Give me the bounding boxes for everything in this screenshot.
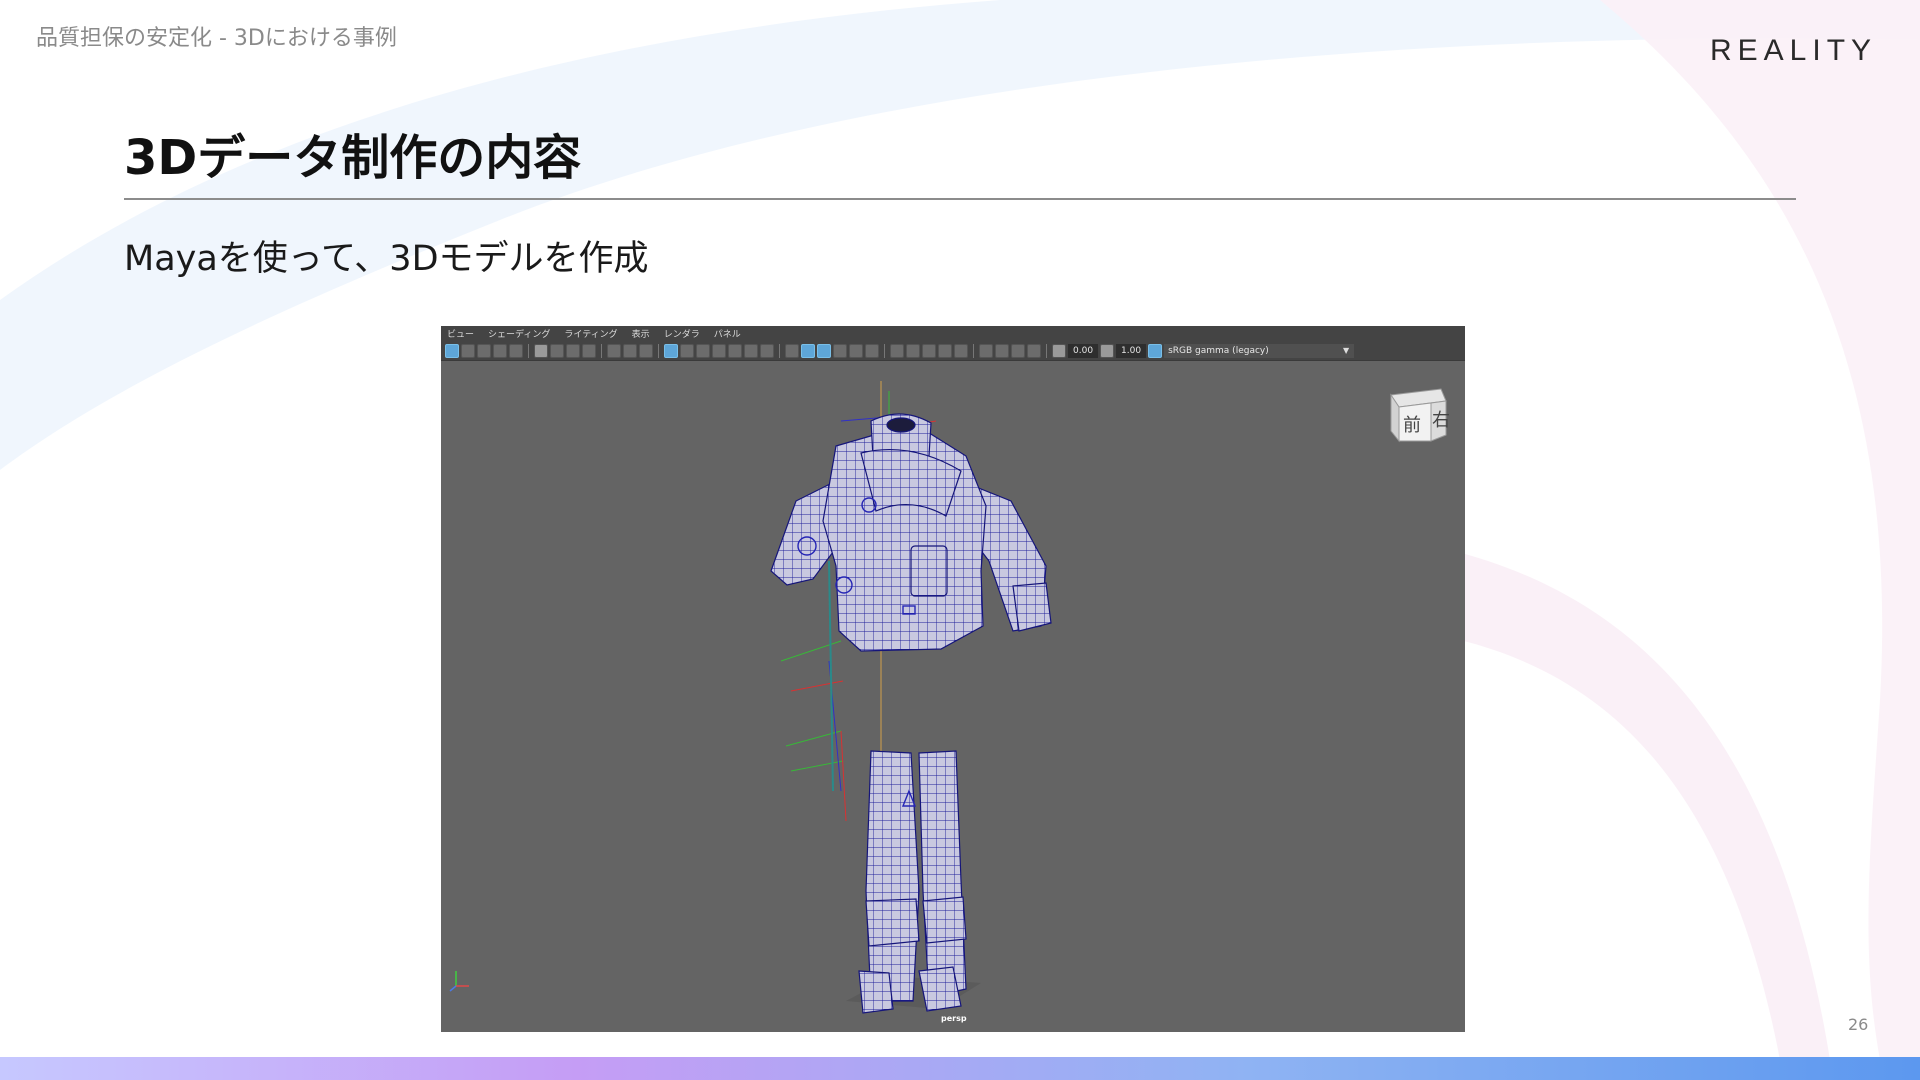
maya-viewport[interactable]: 前 右	[441, 361, 1465, 1032]
maya-panel-menubar: ビュー シェーディング ライティング 表示 レンダラ パネル	[441, 326, 1465, 341]
menu-shading[interactable]: シェーディング	[488, 327, 550, 340]
toolbar-icon[interactable]	[1011, 343, 1025, 358]
grid-icon[interactable]	[664, 343, 678, 358]
menu-show[interactable]: 表示	[632, 327, 650, 340]
toolbar-icon[interactable]	[607, 343, 621, 358]
toolbar-icon[interactable]	[696, 343, 710, 358]
toolbar-icon[interactable]	[785, 343, 799, 358]
bookmark-icon[interactable]	[582, 343, 596, 358]
light-icon[interactable]	[849, 343, 863, 358]
gamma-field[interactable]: 1.00	[1116, 343, 1147, 358]
toolbar-icon[interactable]	[550, 343, 564, 358]
toolbar-icon[interactable]	[493, 343, 507, 358]
toolbar-icon[interactable]	[728, 343, 742, 358]
toolbar-separator	[779, 343, 780, 358]
gamma-icon[interactable]	[1100, 343, 1115, 358]
toolbar-separator	[601, 343, 602, 358]
color-space-icon[interactable]	[1148, 343, 1163, 358]
slide-subtitle: Mayaを使って、3Dモデルを作成	[124, 239, 649, 279]
toolbar-separator	[884, 343, 885, 358]
camera-icon[interactable]	[534, 343, 548, 358]
smooth-shade-icon[interactable]	[817, 343, 831, 358]
toolbar-icon[interactable]	[623, 343, 637, 358]
toolbar-icon[interactable]	[954, 343, 968, 358]
axis-gizmo-icon	[449, 971, 469, 992]
toolbar-icon[interactable]	[890, 343, 904, 358]
toolbar-icon[interactable]	[760, 343, 774, 358]
color-space-label: sRGB gamma (legacy)	[1168, 345, 1269, 356]
xray-icon[interactable]	[995, 343, 1009, 358]
character-model	[770, 413, 1052, 1014]
color-space-dropdown[interactable]: sRGB gamma (legacy) ▼	[1164, 343, 1355, 358]
exposure-field[interactable]: 0.00	[1068, 343, 1099, 358]
maya-screenshot: ビュー シェーディング ライティング 表示 レンダラ パネル 0.00 1.00…	[441, 326, 1465, 1032]
menu-renderer[interactable]: レンダラ	[664, 327, 700, 340]
toolbar-icon[interactable]	[865, 343, 879, 358]
exposure-icon[interactable]	[1052, 343, 1066, 358]
camera-name-label: persp	[941, 1014, 967, 1023]
page-number: 26	[1848, 1015, 1869, 1034]
breadcrumb: 品質担保の安定化 - 3Dにおける事例	[36, 26, 397, 51]
toolbar-icon[interactable]	[566, 343, 580, 358]
menu-lighting[interactable]: ライティング	[564, 327, 617, 340]
toolbar-icon[interactable]	[680, 343, 694, 358]
viewcube-right-label: 右	[1432, 410, 1450, 431]
lasso-icon[interactable]	[461, 343, 475, 358]
wireframe-icon[interactable]	[801, 343, 815, 358]
toolbar-icon[interactable]	[922, 343, 936, 358]
toolbar-icon[interactable]	[1027, 343, 1041, 358]
select-icon[interactable]	[445, 343, 459, 358]
toolbar-separator	[528, 343, 529, 358]
toolbar-icon[interactable]	[744, 343, 758, 358]
maya-panel-toolbar: 0.00 1.00 sRGB gamma (legacy) ▼	[441, 341, 1465, 361]
title-divider	[124, 198, 1796, 200]
toolbar-icon[interactable]	[639, 343, 653, 358]
menu-view[interactable]: ビュー	[447, 327, 474, 340]
toolbar-separator	[1046, 343, 1047, 358]
toolbar-icon[interactable]	[477, 343, 491, 358]
toolbar-separator	[973, 343, 974, 358]
toolbar-separator	[658, 343, 659, 358]
accent-gradient-bar	[0, 1057, 1920, 1080]
toolbar-icon[interactable]	[509, 343, 523, 358]
toolbar-icon[interactable]	[712, 343, 726, 358]
chevron-down-icon: ▼	[1342, 346, 1350, 355]
texture-icon[interactable]	[833, 343, 847, 358]
isolate-icon[interactable]	[979, 343, 993, 358]
menu-panels[interactable]: パネル	[714, 327, 741, 340]
toolbar-icon[interactable]	[906, 343, 920, 358]
slide-title: 3Dデータ制作の内容	[124, 130, 582, 186]
viewcube-front-label: 前	[1403, 415, 1421, 436]
toolbar-icon[interactable]	[938, 343, 952, 358]
brand-logo: REALITY	[1710, 34, 1878, 67]
viewcube-icon: 前 右	[1390, 388, 1450, 443]
